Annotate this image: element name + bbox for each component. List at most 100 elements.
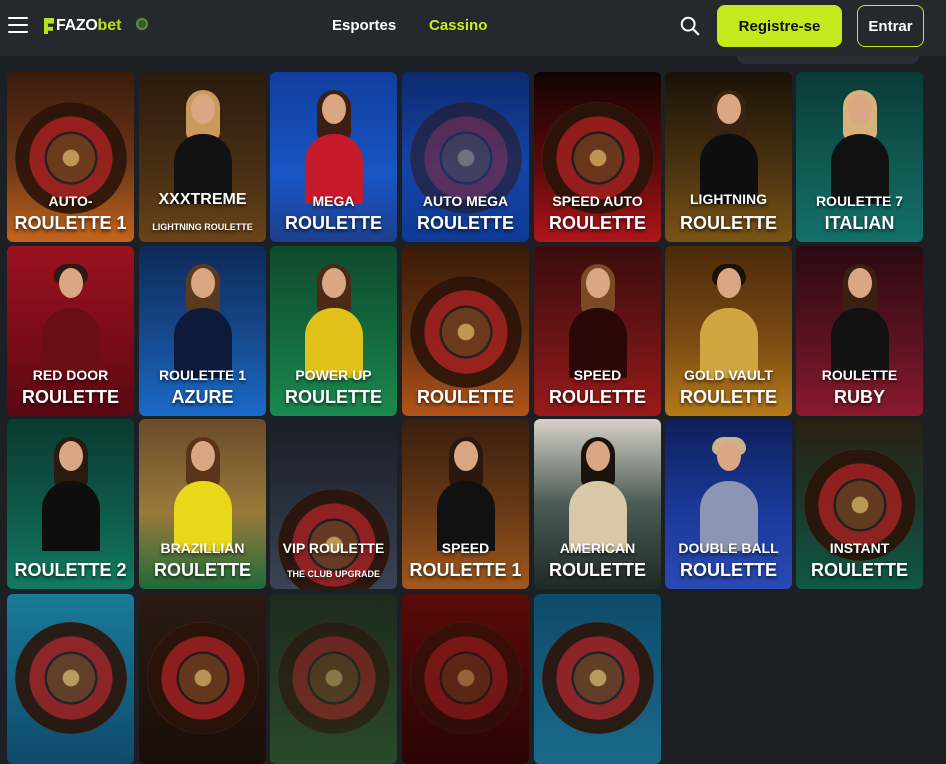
game-tile[interactable]: GOLD VAULT ROULETTE [665,246,792,416]
dealer-avatar [699,264,758,378]
game-tile[interactable]: SPEED ROULETTE [534,246,661,416]
nav-sports[interactable]: Esportes [332,17,396,34]
game-title-line2: ROULETTE [680,213,777,233]
fazobet-logo[interactable]: FAZO bet [44,14,121,38]
game-title-line2: ROULETTE [549,213,646,233]
game-title-line2: ROULETTE [285,213,382,233]
game-title-line1: LIGHTNING [690,191,767,207]
game-title-line1: BRAZILLIAN [160,540,245,556]
logo-text-bet: bet [97,17,122,34]
game-title-line1: SPEED AUTO [552,193,643,209]
game-title-line1: ROULETTE 1 [158,367,247,383]
game-title-line2: ROULETTE 1 [14,213,127,233]
dealer-avatar [173,90,232,204]
games-grid: AUTO- ROULETTE 1 XXXTREME LIGHTNING ROUL… [7,72,927,764]
game-tile[interactable] [534,594,661,764]
game-tile[interactable]: VIP ROULETTE THE CLUB UPGRADE [270,419,397,589]
game-title-line2: ROULETTE [417,213,514,233]
game-title-line2: ITALIAN [824,213,895,233]
login-button[interactable]: Entrar [857,5,924,47]
game-title-line2: ROULETTE 2 [14,560,127,580]
game-title-line1: VIP ROULETTE [282,540,385,556]
roulette-wheel-icon [409,622,522,734]
top-navigation-bar: FAZO bet Esportes Cassino Registre-se En… [0,0,946,56]
game-title-line1: INSTANT [829,540,890,556]
game-tile[interactable] [270,594,397,764]
dealer-avatar [41,437,100,551]
game-tile[interactable]: RED DOOR ROULETTE [7,246,134,416]
game-title-line2: ROULETTE [549,387,646,407]
game-title-line1: RED DOOR [32,367,109,383]
dealer-avatar [568,264,627,378]
game-tile[interactable]: BRAZILLIAN ROULETTE [139,419,266,589]
game-title-line1: AUTO MEGA [422,193,509,209]
game-title-line2: AZURE [171,387,234,407]
game-title-line1: DOUBLE BALL [678,540,779,556]
roulette-wheel-icon [541,622,654,734]
game-title-line1: SPEED [441,540,490,556]
game-tile[interactable]: MEGA ROULETTE [270,72,397,242]
game-title-line2: ROULETTE [417,387,514,407]
roulette-wheel-icon [409,276,522,388]
game-title-line2: ROULETTE [549,560,646,580]
dealer-avatar [436,437,495,551]
game-tile[interactable]: ROULETTE RUBY [796,246,923,416]
game-title-line2: THE CLUB UPGRADE [286,569,380,579]
game-tile[interactable]: AUTO- ROULETTE 1 [7,72,134,242]
game-tile[interactable]: ROULETTE 7 ITALIAN [796,72,923,242]
game-tile[interactable]: AMERICAN ROULETTE [534,419,661,589]
game-tile[interactable]: LIGHTNING ROULETTE [665,72,792,242]
game-tile[interactable]: XXXTREME LIGHTNING ROULETTE [139,72,266,242]
roulette-wheel-icon [14,622,127,734]
game-title-line2: ROULETTE [22,387,119,407]
dealer-avatar [173,437,232,551]
dealer-avatar [304,264,363,378]
game-tile[interactable]: POWER UP ROULETTE [270,246,397,416]
game-tile[interactable]: INSTANT ROULETTE [796,419,923,589]
dealer-avatar [304,90,363,204]
game-tile[interactable]: ROULETTE 2 [7,419,134,589]
game-title-line1: ROULETTE 7 [815,193,904,209]
game-title-line1: GOLD VAULT [684,367,773,383]
menu-icon[interactable] [8,17,30,35]
game-title-line1: AUTO- [48,193,93,209]
dealer-avatar [173,264,232,378]
game-tile[interactable]: ROULETTE [402,246,529,416]
dealer-avatar [699,90,758,204]
game-title-line2: ROULETTE [285,387,382,407]
search-icon[interactable] [679,15,701,37]
game-tile[interactable] [139,594,266,764]
game-tile[interactable]: DOUBLE BALL ROULETTE [665,419,792,589]
game-tile[interactable]: AUTO MEGA ROULETTE [402,72,529,242]
logo-mark-icon [44,18,54,34]
game-title-line2: ROULETTE [680,387,777,407]
dealer-avatar [830,264,889,378]
game-title-line1: POWER UP [295,367,372,383]
game-title-line1: MEGA [312,193,355,209]
dealer-avatar [568,437,627,551]
game-title-line1: ROULETTE [821,367,898,383]
game-title-line1: AMERICAN [559,540,636,556]
game-title-line2: ROULETTE [680,560,777,580]
dealer-avatar [41,264,100,378]
dealer-avatar [830,90,889,204]
dealer-avatar [699,437,758,551]
register-button[interactable]: Registre-se [717,5,842,47]
game-title-line1: SPEED [573,367,622,383]
logo-text-fazo: FAZO [56,17,98,34]
game-tile[interactable]: SPEED ROULETTE 1 [402,419,529,589]
game-tile[interactable] [402,594,529,764]
badge-icon [136,18,148,30]
roulette-wheel-icon [146,622,259,734]
game-title-line1: XXXTREME [158,191,247,208]
search-dropdown-edge [737,56,919,64]
game-title-line2: ROULETTE 1 [409,560,522,580]
game-tile[interactable]: SPEED AUTO ROULETTE [534,72,661,242]
game-tile[interactable] [7,594,134,764]
game-title-line2: ROULETTE [811,560,908,580]
game-title-line2: ROULETTE [154,560,251,580]
game-title-line2: RUBY [833,387,885,407]
game-tile[interactable]: ROULETTE 1 AZURE [139,246,266,416]
nav-casino[interactable]: Cassino [429,17,487,34]
game-title-line2: LIGHTNING ROULETTE [152,222,253,232]
